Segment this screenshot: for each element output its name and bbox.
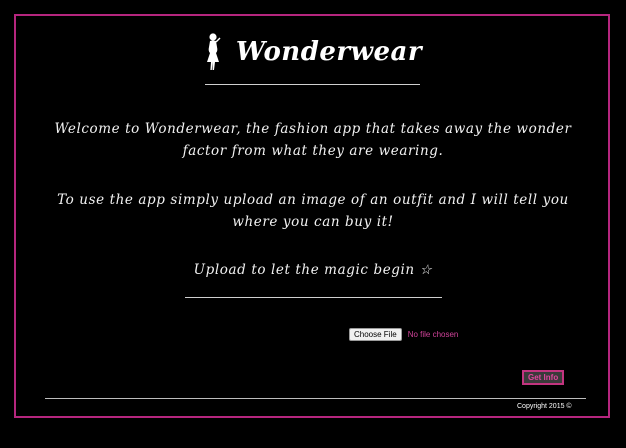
footer-divider xyxy=(45,398,586,399)
header-divider xyxy=(205,84,420,85)
file-status-text: No file chosen xyxy=(407,330,459,339)
brand-name: Wonderwear xyxy=(235,37,423,67)
get-info-button[interactable]: Get Info xyxy=(522,370,565,385)
choose-file-button[interactable]: Choose File xyxy=(349,328,402,341)
instructions-text: To use the app simply upload an image of… xyxy=(57,192,569,230)
content-divider xyxy=(185,297,442,298)
welcome-text: Welcome to Wonderwear, the fashion app t… xyxy=(54,121,572,159)
file-upload-control[interactable]: Choose File No file chosen xyxy=(349,328,458,341)
brand-header: Wonderwear xyxy=(0,30,626,74)
woman-silhouette-icon xyxy=(206,33,221,70)
upload-prompt-text: Upload to let the magic begin ☆ xyxy=(193,262,433,278)
copyright-text: Copyright 2015 © xyxy=(517,403,572,410)
